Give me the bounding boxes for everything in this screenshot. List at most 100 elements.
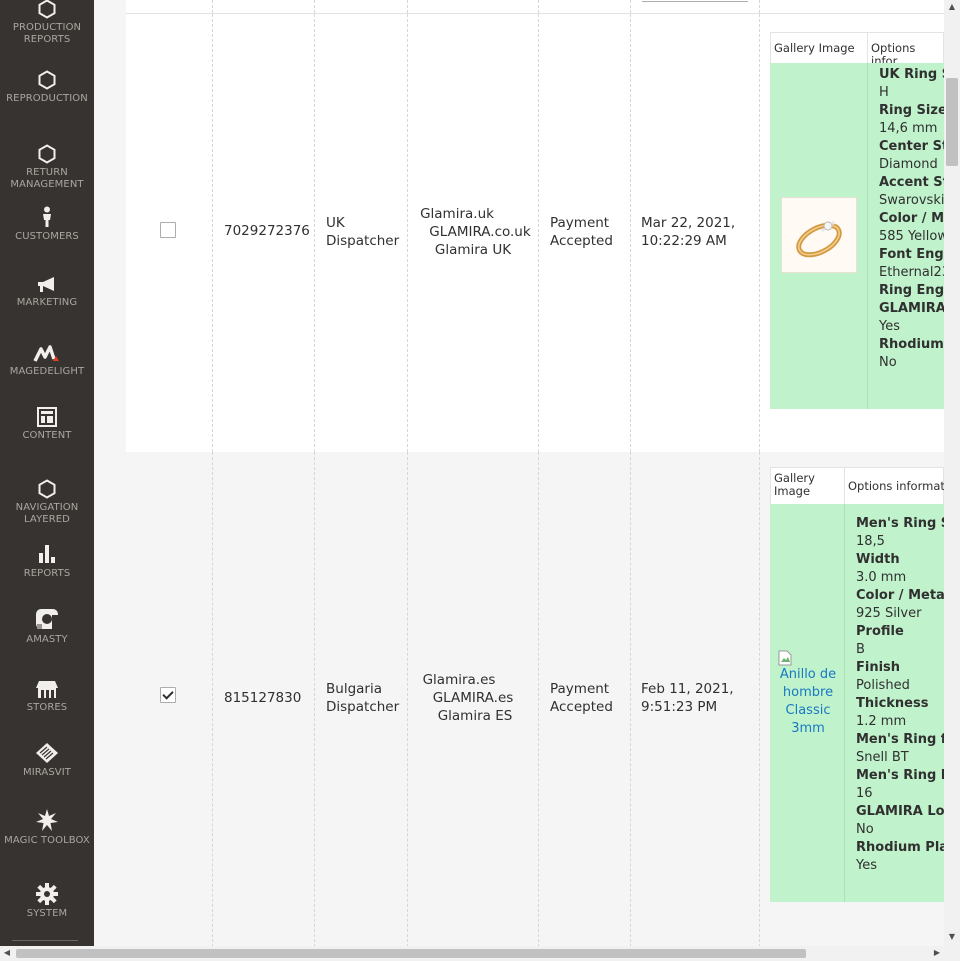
column-divider <box>759 14 760 452</box>
column-divider <box>630 452 631 946</box>
option-value: Yes <box>879 319 900 334</box>
option-value: Swarovski <box>879 193 944 208</box>
column-divider <box>867 63 868 409</box>
nav-production-reports[interactable]: PRODUCTION REPORTS <box>0 0 94 46</box>
nav-magedelight[interactable]: MAGEDELIGHT <box>0 341 94 378</box>
option-label: Rhodium <box>879 337 944 352</box>
column-divider <box>630 14 631 452</box>
scroll-right-arrow-icon[interactable]: ▶ <box>932 948 942 958</box>
purchase-date-day: Mar 22, 2021, <box>641 215 736 231</box>
horizontal-scrollbar[interactable]: ◀ ▶ <box>0 946 960 961</box>
store-view-name: Glamira UK <box>434 242 512 258</box>
admin-sidebar: PRODUCTION REPORTS REPRODUCTION RETURN M… <box>0 0 94 946</box>
option-value: No <box>879 355 897 370</box>
option-value: Ethernal23 <box>879 265 944 280</box>
gear-icon <box>36 883 58 905</box>
order-id: 7029272376 <box>224 223 310 239</box>
option-label: GLAMIRA <box>879 301 944 316</box>
nav-mirasvit[interactable]: MIRASVIT <box>0 742 94 779</box>
option-value: 1.2 mm <box>856 714 907 729</box>
scroll-up-arrow-icon[interactable]: ▲ <box>947 2 957 12</box>
column-divider <box>212 452 213 946</box>
nav-return-management[interactable]: RETURN MANAGEMENT <box>0 142 94 191</box>
option-label: Color / Metal <box>856 588 944 603</box>
hexagon-icon <box>38 0 56 19</box>
person-icon <box>40 206 54 228</box>
layout-icon <box>37 405 57 427</box>
amasty-icon <box>34 609 60 631</box>
table-row[interactable]: 7029272376 UK Dispatcher Glamira.uk GLAM… <box>126 14 944 452</box>
purchase-date: Feb 11, 2021, 9:51:23 PM <box>641 680 734 716</box>
image-alt-text: Anillo de hombre Classic 3mm <box>779 667 837 736</box>
mirasvit-icon <box>35 742 59 764</box>
option-label: Profile <box>856 624 904 639</box>
purchase-date-day: Feb 11, 2021, <box>641 681 734 697</box>
ring-photo-icon <box>782 198 856 272</box>
order-status: Payment Accepted <box>550 681 613 715</box>
nav-label: MIRASVIT <box>22 767 71 778</box>
vertical-scrollbar[interactable]: ▲ ▼ <box>944 0 960 946</box>
gallery-image-header: Gallery Image <box>774 41 855 55</box>
nav-reproduction[interactable]: REPRODUCTION <box>0 68 94 105</box>
megaphone-icon <box>36 272 58 294</box>
option-label: Ring Size <box>879 103 944 118</box>
nav-magic-toolbox[interactable]: MAGIC TOOLBOX <box>0 809 94 847</box>
nav-stores[interactable]: STORES <box>0 677 94 714</box>
gallery-image-header: Gallery Image <box>774 471 815 498</box>
product-gallery-image[interactable] <box>781 197 857 273</box>
nav-customers[interactable]: CUSTOMERS <box>0 206 94 243</box>
horizontal-scroll-thumb[interactable] <box>16 949 806 958</box>
nav-marketing[interactable]: MARKETING <box>0 272 94 309</box>
row-select-checkbox[interactable] <box>160 687 176 703</box>
purchase-date-time: 10:22:29 AM <box>641 233 727 249</box>
column-divider <box>314 14 315 452</box>
option-label: Rhodium Pla <box>856 840 944 855</box>
order-items-table: Gallery Image Options infor UK Ring S H … <box>770 32 944 409</box>
vertical-scroll-thumb[interactable] <box>946 78 958 166</box>
scroll-down-arrow-icon[interactable]: ▼ <box>947 932 957 942</box>
filter-input-edge[interactable] <box>642 0 748 2</box>
items-table-body: Anillo de hombre Classic 3mm Men's Ring … <box>770 504 944 902</box>
option-label: GLAMIRA Log <box>856 804 944 819</box>
option-value: Yes <box>856 858 877 873</box>
nav-label: MAGIC TOOLBOX <box>4 835 90 846</box>
orders-grid-area: 7029272376 UK Dispatcher Glamira.uk GLAM… <box>94 0 944 946</box>
option-label: Finish <box>856 660 901 675</box>
nav-content[interactable]: CONTENT <box>0 405 94 442</box>
nav-amasty[interactable]: AMASTY <box>0 609 94 646</box>
nav-label: REPRODUCTION <box>6 93 88 104</box>
option-label: Thickness <box>856 696 929 711</box>
option-value: H <box>879 85 889 100</box>
scroll-left-arrow-icon[interactable]: ◀ <box>2 948 12 958</box>
option-value: 16 <box>856 786 873 801</box>
website-name: Glamira.uk <box>420 206 494 222</box>
option-label: Color / Mo <box>879 211 944 226</box>
option-value: Diamond <box>879 157 938 172</box>
store-icon <box>35 677 59 699</box>
option-value: Polished <box>856 678 910 693</box>
nav-navigation-layered[interactable]: NAVIGATION LAYERED <box>0 477 94 526</box>
option-label: Men's Ring fo <box>856 732 944 747</box>
items-table-header: Gallery Image Options informat <box>770 467 944 505</box>
row-select-checkbox[interactable] <box>160 222 176 238</box>
option-value: 925 Silver <box>856 606 922 621</box>
header-divider <box>844 467 845 504</box>
nav-label: MARKETING <box>16 297 78 308</box>
nav-label: SYSTEM <box>26 908 68 919</box>
nav-system[interactable]: SYSTEM <box>0 883 94 920</box>
items-table-header: Gallery Image Options infor <box>770 32 944 68</box>
option-value: 3.0 mm <box>856 570 907 585</box>
option-value: 14,6 mm <box>879 121 938 136</box>
order-status: Payment Accepted <box>550 215 613 249</box>
nav-label: MAGEDELIGHT <box>9 366 85 377</box>
column-divider <box>538 452 539 946</box>
magic-star-icon <box>35 809 59 832</box>
hexagon-icon <box>38 68 56 90</box>
nav-label: NAVIGATION LAYERED <box>15 502 79 525</box>
table-row[interactable]: 815127830 Bulgaria Dispatcher Glamira.es… <box>126 452 944 946</box>
header-divider <box>867 32 868 63</box>
option-label: Men's Ring En <box>856 768 944 783</box>
product-gallery-image[interactable]: Anillo de hombre Classic 3mm <box>778 650 838 738</box>
nav-reports[interactable]: REPORTS <box>0 543 94 580</box>
orders-grid: 7029272376 UK Dispatcher Glamira.uk GLAM… <box>126 0 944 946</box>
